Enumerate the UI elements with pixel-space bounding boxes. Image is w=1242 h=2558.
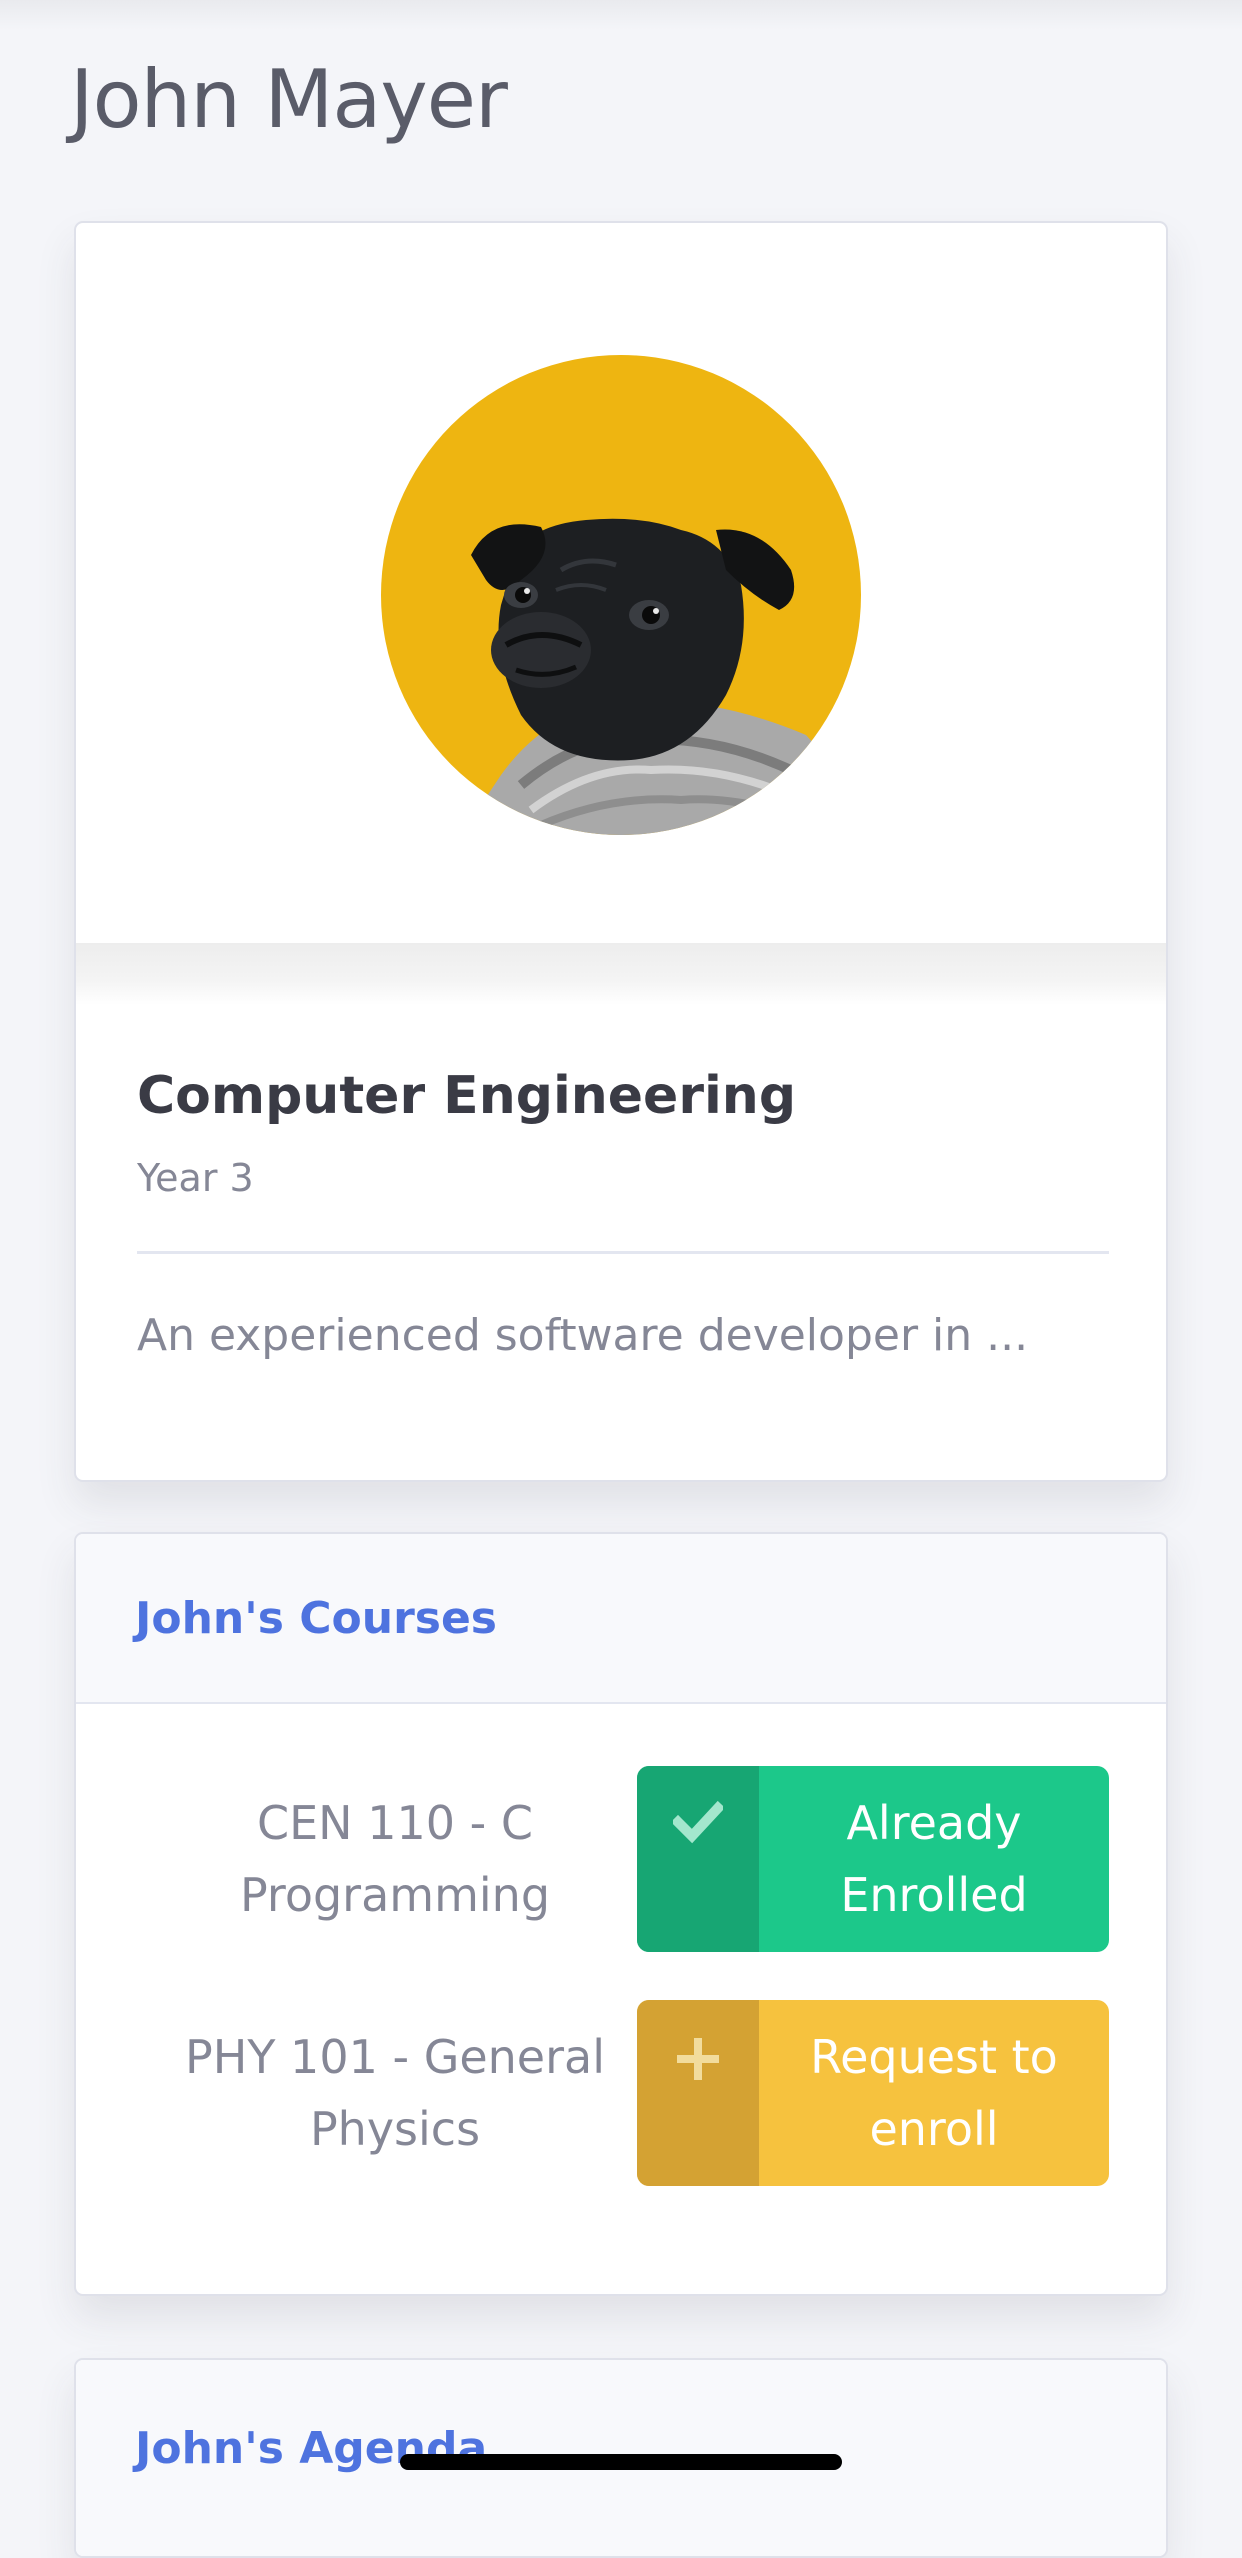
course-row: PHY 101 - General Physics Request to enr… [76, 2000, 1166, 2186]
profile-card: Computer Engineering Year 3 An experienc… [74, 221, 1168, 1482]
courses-card-header: John's Courses [76, 1534, 1166, 1704]
course-name: PHY 101 - General Physics [185, 2030, 605, 2156]
bio-text: An experienced software developer in ... [137, 1310, 1029, 1361]
photo-shadow [76, 943, 1166, 1005]
course-name: CEN 110 - C Programming [239, 1796, 551, 1922]
year-label: Year 3 [137, 1156, 254, 1200]
courses-header-title: John's Courses [135, 1593, 497, 1644]
check-icon [637, 1766, 759, 1952]
top-fade [0, 0, 1242, 30]
page-title: John Mayer [70, 53, 508, 146]
courses-card: John's Courses CEN 110 - C Programming A… [74, 1532, 1168, 2296]
already-enrolled-label: Already Enrolled [840, 1796, 1028, 1922]
agenda-header-title: John's Agenda [135, 2423, 488, 2474]
already-enrolled-button[interactable]: Already Enrolled [637, 1766, 1109, 1952]
course-row: CEN 110 - C Programming Already Enrolled [76, 1766, 1166, 1952]
request-to-enroll-label: Request to enroll [810, 2030, 1058, 2156]
profile-avatar [381, 355, 861, 835]
plus-icon [637, 2000, 759, 2186]
divider [137, 1251, 1109, 1254]
pug-photo [461, 518, 851, 835]
home-indicator[interactable] [400, 2454, 842, 2470]
major-title: Computer Engineering [137, 1066, 797, 1126]
request-to-enroll-button[interactable]: Request to enroll [637, 2000, 1109, 2186]
